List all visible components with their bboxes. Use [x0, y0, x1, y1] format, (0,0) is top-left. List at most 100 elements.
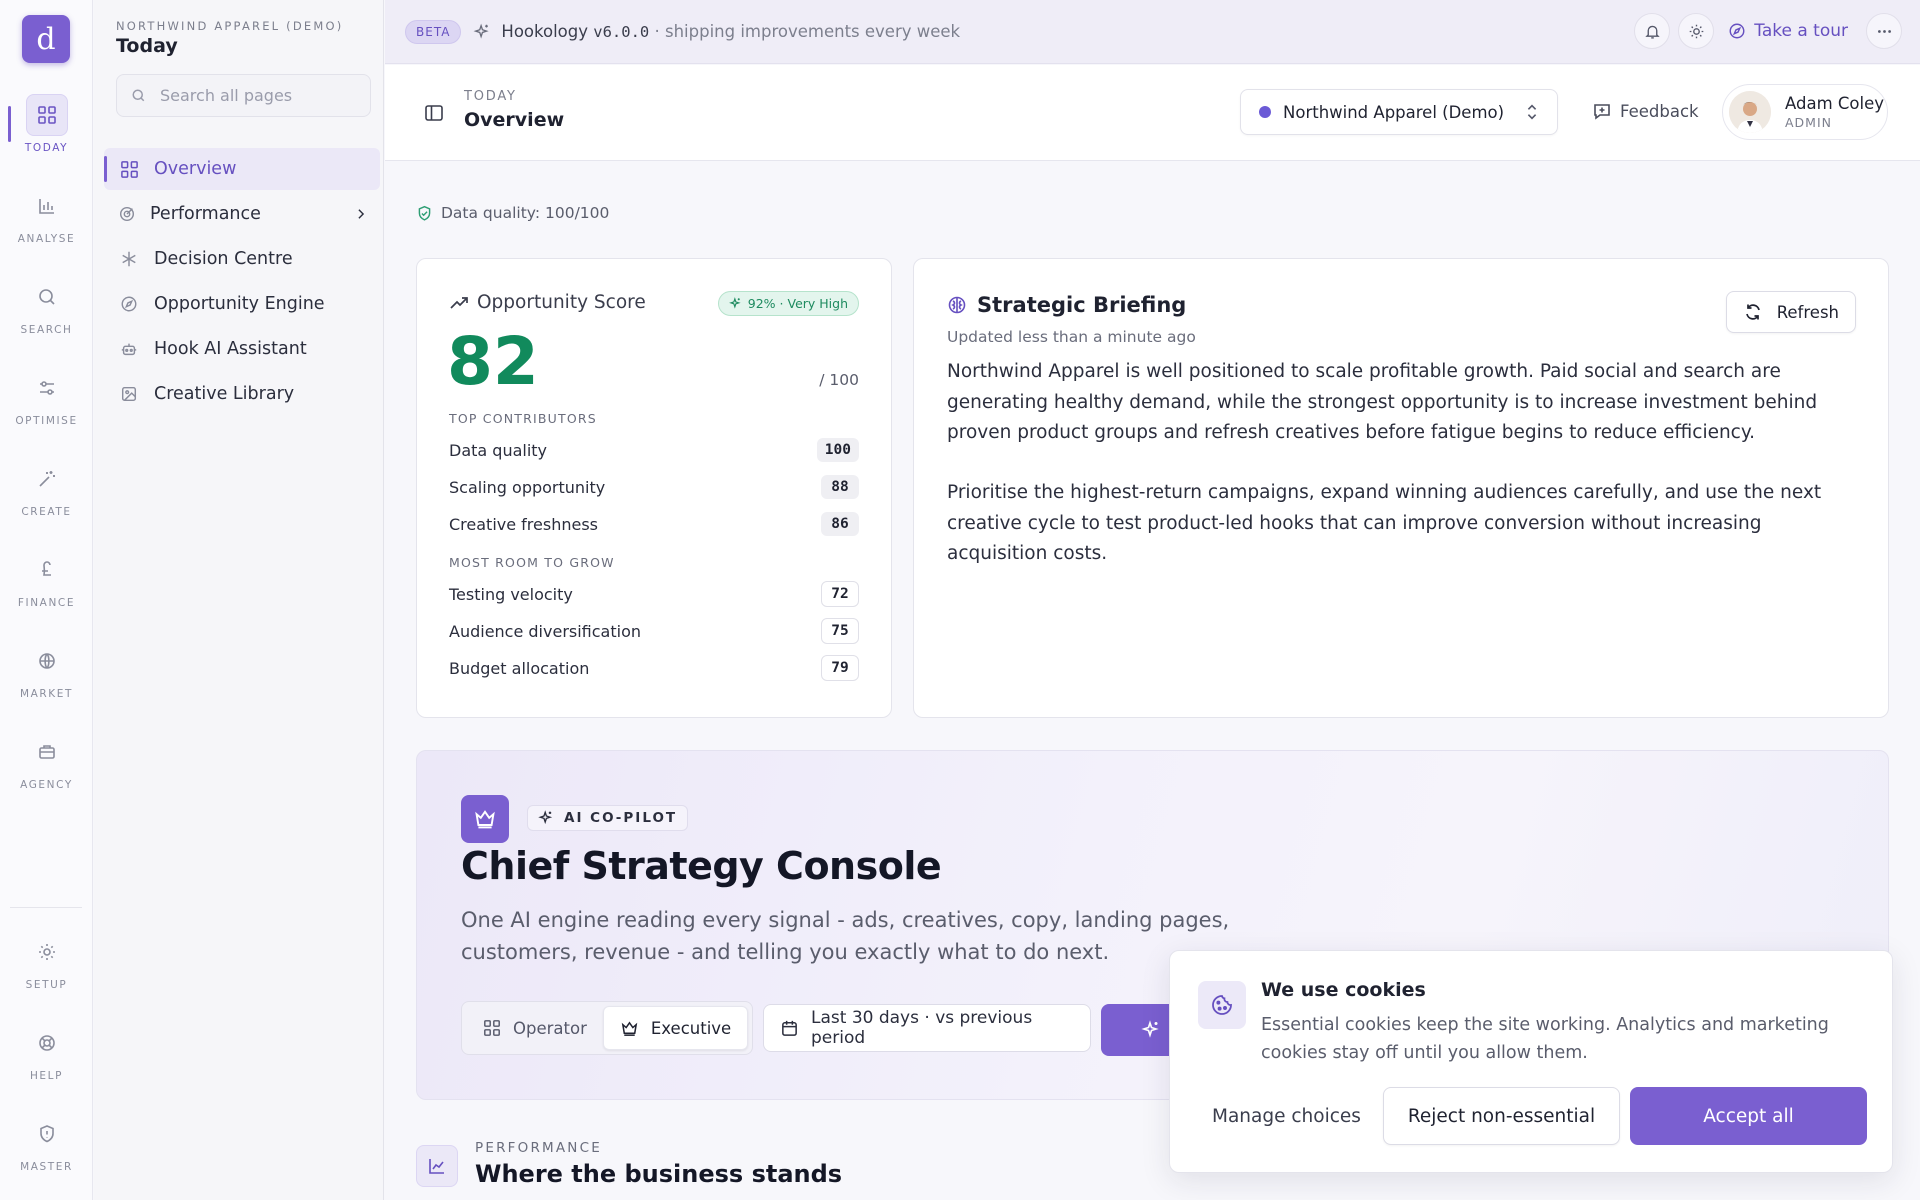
rail-item-setup[interactable]: SETUP — [0, 931, 93, 991]
manage-choices-button[interactable]: Manage choices — [1212, 1087, 1361, 1145]
take-a-tour-link[interactable]: Take a tour — [1728, 21, 1848, 41]
user-role: ADMIN — [1785, 115, 1832, 130]
bell-icon — [1644, 23, 1661, 40]
data-quality-text: Data quality: 100/100 — [441, 204, 610, 222]
metric-row: Creative freshness 86 — [449, 510, 859, 538]
briefing-paragraph: Prioritise the highest-return campaigns,… — [947, 482, 1822, 564]
score-title-text: Opportunity Score — [477, 292, 646, 313]
room-to-grow-label: MOST ROOM TO GROW — [449, 555, 615, 570]
metric-label: Data quality — [449, 440, 548, 460]
globe-icon — [26, 640, 68, 682]
shield-check-icon — [416, 205, 433, 222]
search-placeholder: Search all pages — [160, 86, 293, 105]
view-mode-toggle: Operator Executive — [461, 1001, 753, 1055]
rail-label: ANALYSE — [17, 233, 76, 245]
calendar-icon — [780, 1019, 799, 1038]
opportunity-score-value: 82 — [447, 323, 539, 400]
rail-item-agency[interactable]: AGENCY — [0, 731, 93, 791]
sidebar-item-label: Overview — [154, 159, 237, 179]
section-eyebrow: PERFORMANCE — [475, 1140, 602, 1156]
metric-row: Audience diversification 75 — [449, 617, 859, 645]
sidebar-toggle-icon[interactable] — [424, 103, 444, 123]
shield-icon — [26, 1113, 68, 1155]
metric-label: Creative freshness — [449, 514, 598, 534]
icon-rail: d TODAY ANALYSE SEARCH OPTIMISE CREATE F… — [0, 0, 93, 1200]
images-icon — [118, 385, 140, 403]
date-range-picker[interactable]: Last 30 days · vs previous period — [763, 1004, 1091, 1052]
notifications-button[interactable] — [1634, 13, 1671, 49]
executive-label: Executive — [650, 1018, 732, 1038]
rail-label: MASTER — [20, 1161, 73, 1173]
organisation-select[interactable]: Northwind Apparel (Demo) — [1240, 89, 1558, 135]
sidebar-item-hook-ai-assistant[interactable]: Hook AI Assistant — [104, 328, 380, 370]
chevron-up-down-icon — [1525, 103, 1539, 121]
sidebar-item-decision-centre[interactable]: Decision Centre — [104, 238, 380, 280]
rail-label: AGENCY — [20, 779, 73, 791]
sparkles-icon — [1141, 1020, 1161, 1040]
compass-icon — [118, 295, 140, 313]
rail-item-analyse[interactable]: ANALYSE — [0, 185, 93, 245]
rail-item-master[interactable]: MASTER — [0, 1113, 93, 1173]
opportunity-score-card: Opportunity Score 92% · Very High 82 / 1… — [416, 258, 892, 718]
accept-all-button[interactable]: Accept all — [1630, 1087, 1867, 1145]
rail-item-optimise[interactable]: OPTIMISE — [0, 367, 93, 427]
data-quality-status: Data quality: 100/100 — [416, 204, 609, 222]
rail-item-today[interactable]: TODAY — [0, 94, 93, 154]
feedback-label: Feedback — [1620, 101, 1699, 121]
crown-icon — [620, 1019, 639, 1038]
rail-label: MARKET — [19, 688, 74, 700]
feedback-button[interactable]: Feedback — [1592, 101, 1699, 121]
sparkles-icon — [473, 23, 491, 41]
rail-divider — [10, 907, 82, 908]
console-title: Chief Strategy Console — [461, 844, 942, 888]
user-info: Adam Coley ADMIN — [1785, 94, 1884, 130]
sidebar-item-overview[interactable]: Overview — [104, 148, 380, 190]
rail-item-search[interactable]: SEARCH — [0, 276, 93, 336]
metric-label: Budget allocation — [449, 658, 590, 678]
sidebar-item-label: Decision Centre — [154, 249, 293, 269]
rail-label: SEARCH — [20, 324, 73, 336]
top-contributors-label: TOP CONTRIBUTORS — [449, 411, 597, 426]
more-options-button[interactable] — [1866, 13, 1902, 49]
announcement-banner: BETA Hookology v6.0.0 · shipping improve… — [385, 0, 1920, 64]
user-menu[interactable]: Adam Coley ADMIN — [1722, 84, 1888, 140]
sidebar-item-performance[interactable]: Performance — [104, 193, 380, 235]
sidebar-item-label: Hook AI Assistant — [154, 339, 307, 359]
page-title: Overview — [464, 109, 565, 131]
avatar — [1729, 91, 1771, 133]
search-input[interactable]: Search all pages — [116, 74, 371, 117]
target-icon — [118, 205, 136, 223]
executive-mode-button[interactable]: Executive — [602, 1006, 749, 1050]
rail-item-finance[interactable]: FINANCE — [0, 549, 93, 609]
ai-copilot-badge: AI CO-PILOT — [527, 805, 689, 831]
strategic-briefing-card: Strategic Briefing Updated less than a m… — [913, 258, 1889, 718]
sidebar-item-opportunity-engine[interactable]: Opportunity Engine — [104, 283, 380, 325]
rail-item-help[interactable]: HELP — [0, 1022, 93, 1082]
rail-item-market[interactable]: MARKET — [0, 640, 93, 700]
metric-label: Audience diversification — [449, 621, 641, 641]
magic-wand-icon — [26, 458, 68, 500]
cookie-title: We use cookies — [1261, 979, 1426, 1001]
rail-label: FINANCE — [17, 597, 76, 609]
grid-icon — [25, 94, 68, 136]
reject-non-essential-button[interactable]: Reject non-essential — [1383, 1087, 1620, 1145]
rail-item-create[interactable]: CREATE — [0, 458, 93, 518]
app-logo[interactable]: d — [22, 15, 70, 63]
beta-badge: BETA — [405, 19, 462, 44]
bar-chart-icon — [26, 185, 68, 227]
banner-tagline: · shipping improvements every week — [654, 22, 961, 41]
metric-value: 88 — [821, 475, 859, 499]
theme-toggle-button[interactable] — [1678, 13, 1715, 49]
metric-value: 86 — [821, 512, 859, 536]
operator-mode-button[interactable]: Operator — [467, 1006, 603, 1050]
sidebar-item-creative-library[interactable]: Creative Library — [104, 373, 380, 415]
search-icon — [131, 88, 146, 103]
product-name: Hookology — [501, 22, 588, 41]
briefing-updated: Updated less than a minute ago — [947, 328, 1196, 346]
banner-actions: Take a tour — [1626, 13, 1902, 49]
section-title: Where the business stands — [475, 1160, 843, 1188]
crown-icon — [461, 795, 509, 843]
brain-icon — [947, 295, 967, 315]
refresh-button[interactable]: Refresh — [1725, 291, 1856, 333]
cookie-icon — [1198, 981, 1246, 1029]
